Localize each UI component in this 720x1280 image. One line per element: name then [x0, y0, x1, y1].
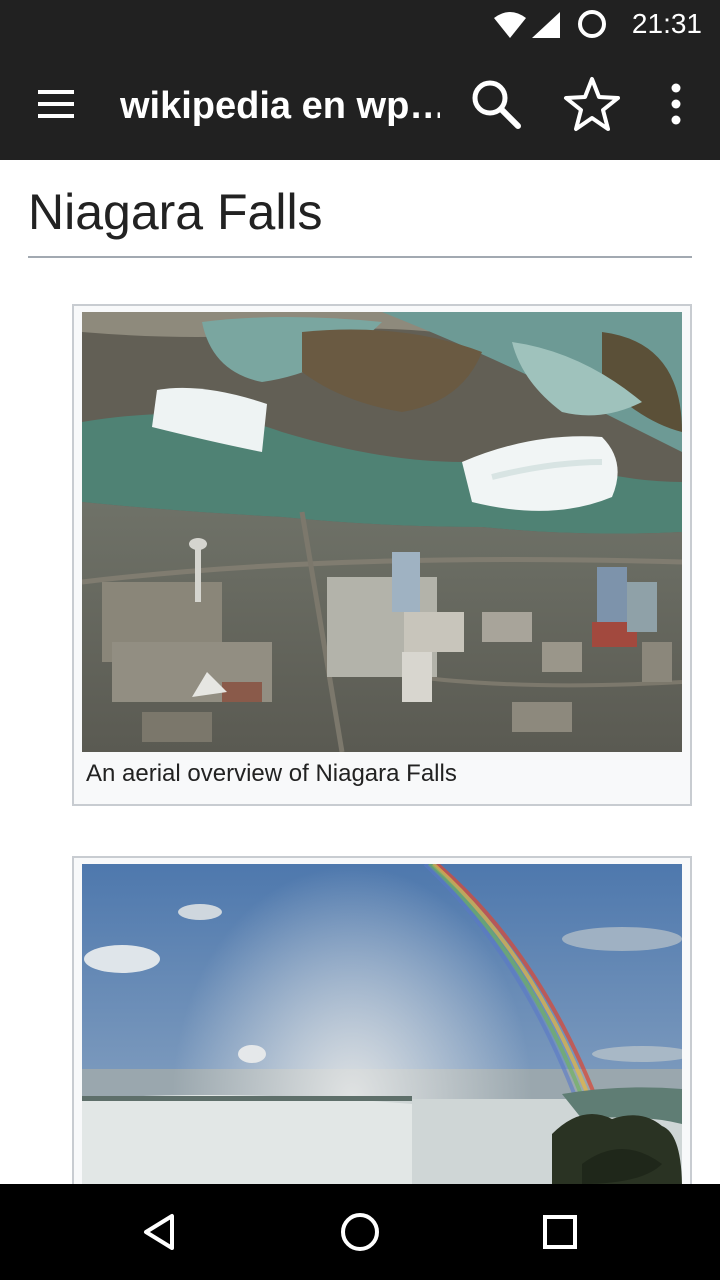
recents-icon	[543, 1215, 577, 1249]
horseshoe-falls-rainbow-photo[interactable]	[82, 864, 682, 1184]
figure-caption: An aerial overview of Niagara Falls	[86, 760, 457, 787]
star-icon	[564, 77, 620, 131]
search-button[interactable]	[468, 76, 524, 132]
toolbar-title: wikipedia en wp…	[120, 85, 440, 127]
back-icon	[144, 1214, 174, 1250]
title-divider	[28, 256, 692, 258]
menu-button[interactable]	[30, 80, 82, 128]
cell-signal-icon	[532, 12, 560, 38]
status-icons	[494, 10, 606, 38]
status-time: 21:31	[631, 8, 702, 39]
sync-icon	[578, 10, 606, 38]
bookmark-button[interactable]	[562, 74, 622, 134]
recents-button[interactable]	[536, 1208, 584, 1256]
article-content[interactable]: Niagara Falls An aerial overview of Niag…	[0, 160, 720, 1184]
page-title: Niagara Falls	[28, 184, 323, 240]
system-nav-bar	[0, 1184, 720, 1280]
figure-aerial: An aerial overview of Niagara Falls	[72, 304, 692, 806]
figure-rainbow	[72, 856, 692, 1184]
menu-icon	[38, 90, 74, 118]
status-bar: 21:31	[0, 0, 720, 48]
search-icon	[472, 80, 521, 129]
more-vertical-icon	[671, 83, 681, 125]
overflow-menu-button[interactable]	[656, 78, 696, 130]
wifi-icon	[494, 12, 526, 38]
back-button[interactable]	[136, 1208, 184, 1256]
app-toolbar: wikipedia en wp…	[0, 48, 720, 160]
home-icon	[341, 1213, 379, 1251]
home-button[interactable]	[336, 1208, 384, 1256]
aerial-niagara-falls-photo[interactable]	[82, 312, 682, 752]
